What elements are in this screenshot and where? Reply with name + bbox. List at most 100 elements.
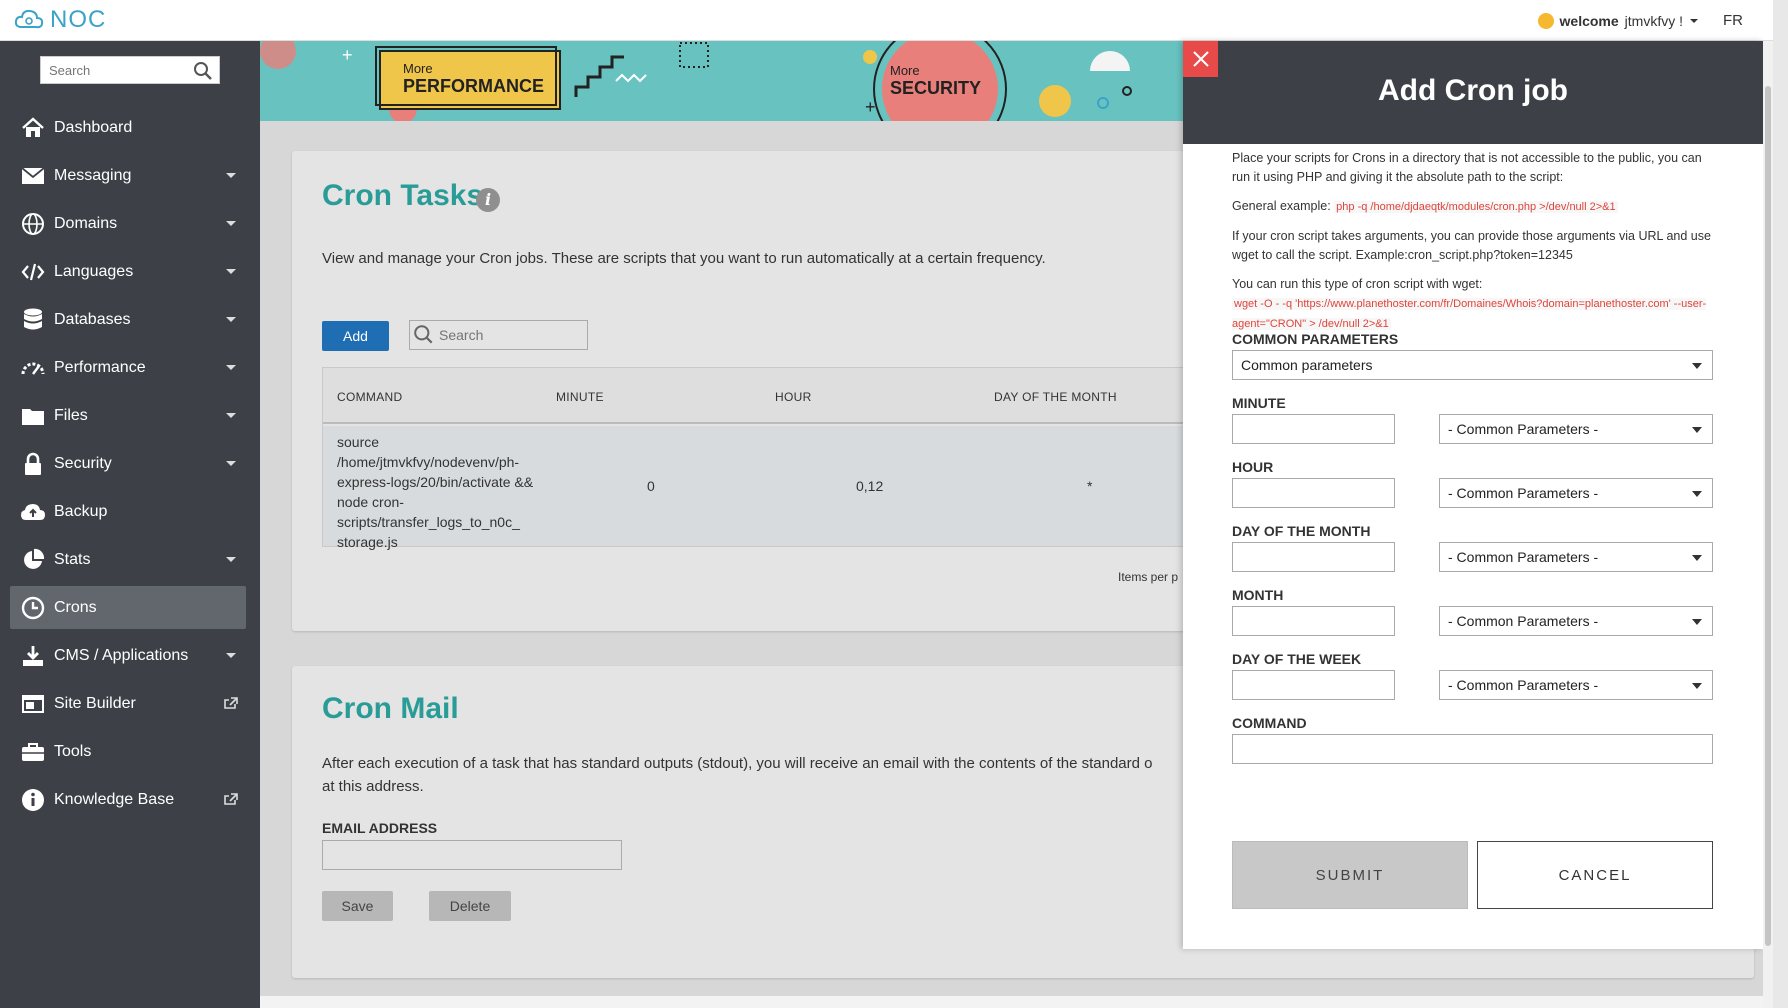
sidebar-item-knowledge-base[interactable]: Knowledge Base [10, 778, 246, 821]
info-icon[interactable]: i [476, 188, 500, 212]
submit-button[interactable]: SUBMIT [1232, 841, 1468, 909]
email-address-input[interactable] [322, 840, 622, 870]
minute-select[interactable]: - Common Parameters - [1439, 414, 1713, 444]
search-icon[interactable] [193, 61, 213, 81]
day-of-week-label: DAY OF THE WEEK [1232, 651, 1362, 667]
language-switch[interactable]: FR [1723, 12, 1743, 29]
chevron-down-icon [1692, 363, 1702, 369]
wget-code: wget -O - -q 'https://www.planethoster.c… [1232, 298, 1707, 330]
caret-down-icon [226, 221, 236, 226]
external-link-icon [224, 696, 238, 714]
svg-text:+: + [342, 45, 353, 65]
sidebar-item-label: Crons [54, 598, 97, 616]
day-of-week-input[interactable] [1232, 670, 1395, 700]
sidebar-item-tools[interactable]: Tools [10, 730, 246, 773]
sidebar-item-label: Performance [54, 358, 146, 376]
sidebar-item-dashboard[interactable]: Dashboard [10, 106, 246, 149]
cancel-button[interactable]: CANCEL [1477, 841, 1713, 909]
hour-select[interactable]: - Common Parameters - [1439, 478, 1713, 508]
day-of-month-select[interactable]: - Common Parameters - [1439, 542, 1713, 572]
panel-instructions: Place your scripts for Crons in a direct… [1232, 149, 1722, 344]
lock-icon [20, 451, 46, 477]
sidebar-item-label: Domains [54, 214, 118, 232]
browser-icon [20, 691, 46, 717]
sidebar-item-crons[interactable]: Crons [10, 586, 246, 629]
sidebar-item-site-builder[interactable]: Site Builder [10, 682, 246, 725]
sidebar-item-languages[interactable]: Languages [10, 250, 246, 293]
cloud-upload-icon [20, 499, 46, 525]
gauge-icon [20, 355, 46, 381]
column-header-hour[interactable]: HOUR [775, 390, 812, 404]
sidebar-item-performance[interactable]: Performance [10, 346, 246, 389]
cron-mail-description-line2: at this address. [322, 778, 424, 795]
envelope-icon [20, 163, 46, 189]
sidebar-item-domains[interactable]: Domains [10, 202, 246, 245]
cell-command: source /home/jtmvkfvy/nodevenv/ph-expres… [337, 434, 534, 550]
column-header-minute[interactable]: MINUTE [556, 390, 604, 404]
caret-down-icon [226, 413, 236, 418]
cell-day-of-month: * [1087, 478, 1093, 494]
sidebar-search-input[interactable] [41, 62, 191, 78]
add-cron-panel: Add Cron job Place your scripts for Cron… [1183, 41, 1763, 949]
globe-icon [20, 211, 46, 237]
logo[interactable]: NOC [14, 6, 106, 34]
sidebar-item-label: Languages [54, 262, 134, 280]
minute-input[interactable] [1232, 414, 1395, 444]
panel-header: Add Cron job [1183, 41, 1763, 144]
sidebar-item-backup[interactable]: Backup [10, 490, 246, 533]
close-panel-button[interactable] [1183, 41, 1218, 77]
sidebar-item-label: CMS / Applications [54, 646, 189, 664]
sidebar-item-files[interactable]: Files [10, 394, 246, 437]
common-params-select[interactable]: Common parameters [1232, 350, 1713, 380]
folder-icon [20, 403, 46, 429]
sidebar-item-label: Dashboard [54, 118, 133, 136]
sidebar-item-label: Stats [54, 550, 91, 568]
table-search[interactable] [409, 320, 588, 350]
month-select[interactable]: - Common Parameters - [1439, 606, 1713, 636]
save-button[interactable]: Save [322, 891, 393, 921]
chevron-down-icon [1692, 619, 1702, 625]
toolbox-icon [20, 739, 46, 765]
scrollbar[interactable] [1763, 41, 1773, 1008]
day-of-week-select[interactable]: - Common Parameters - [1439, 670, 1713, 700]
sidebar-item-security[interactable]: Security [10, 442, 246, 485]
svg-text:+: + [865, 97, 876, 117]
general-example-label: General example: [1232, 199, 1331, 213]
day-of-month-input[interactable] [1232, 542, 1395, 572]
add-cron-button[interactable]: Add [322, 321, 389, 351]
cron-mail-description-line1: After each execution of a task that has … [322, 755, 1153, 772]
table-search-input[interactable] [435, 327, 575, 343]
intro-text: Place your scripts for Crons in a direct… [1232, 151, 1702, 184]
banner-sec-small: More [890, 63, 920, 78]
welcome-text: welcome [1559, 12, 1619, 29]
column-header-command[interactable]: COMMAND [337, 390, 402, 404]
month-input[interactable] [1232, 606, 1395, 636]
column-header-day-of-month[interactable]: DAY OF THE MONTH [994, 390, 1117, 404]
sidebar-nav: Dashboard Messaging Domains Languages Databa… [10, 106, 246, 826]
sidebar-item-messaging[interactable]: Messaging [10, 154, 246, 197]
scrollbar-thumb[interactable] [1765, 86, 1771, 946]
code-icon [20, 259, 46, 285]
chevron-down-icon [1692, 491, 1702, 497]
items-per-page-label: Items per p [1118, 570, 1179, 584]
sidebar-item-cms-applications[interactable]: CMS / Applications [10, 634, 246, 677]
wget-text: You can run this type of cron script wit… [1232, 277, 1483, 291]
caret-down-icon [226, 461, 236, 466]
user-menu[interactable]: welcome jtmvkfvy ! [1537, 12, 1699, 29]
sidebar-item-label: Tools [54, 742, 92, 760]
banner-perf-big: PERFORMANCE [403, 76, 544, 96]
common-params-value: Common parameters [1241, 357, 1373, 373]
sidebar-item-label: Databases [54, 310, 131, 328]
command-input[interactable] [1232, 734, 1713, 764]
month-select-value: - Common Parameters - [1448, 613, 1599, 629]
main-footer-strip [260, 996, 1773, 1008]
command-label: COMMAND [1232, 715, 1307, 731]
database-icon [20, 307, 46, 333]
sidebar-item-databases[interactable]: Databases [10, 298, 246, 341]
sidebar-item-stats[interactable]: Stats [10, 538, 246, 581]
clock-icon [20, 595, 46, 621]
sidebar-search[interactable] [40, 56, 220, 84]
delete-button[interactable]: Delete [429, 891, 511, 921]
cron-tasks-title: Cron Tasks [322, 179, 484, 212]
hour-input[interactable] [1232, 478, 1395, 508]
